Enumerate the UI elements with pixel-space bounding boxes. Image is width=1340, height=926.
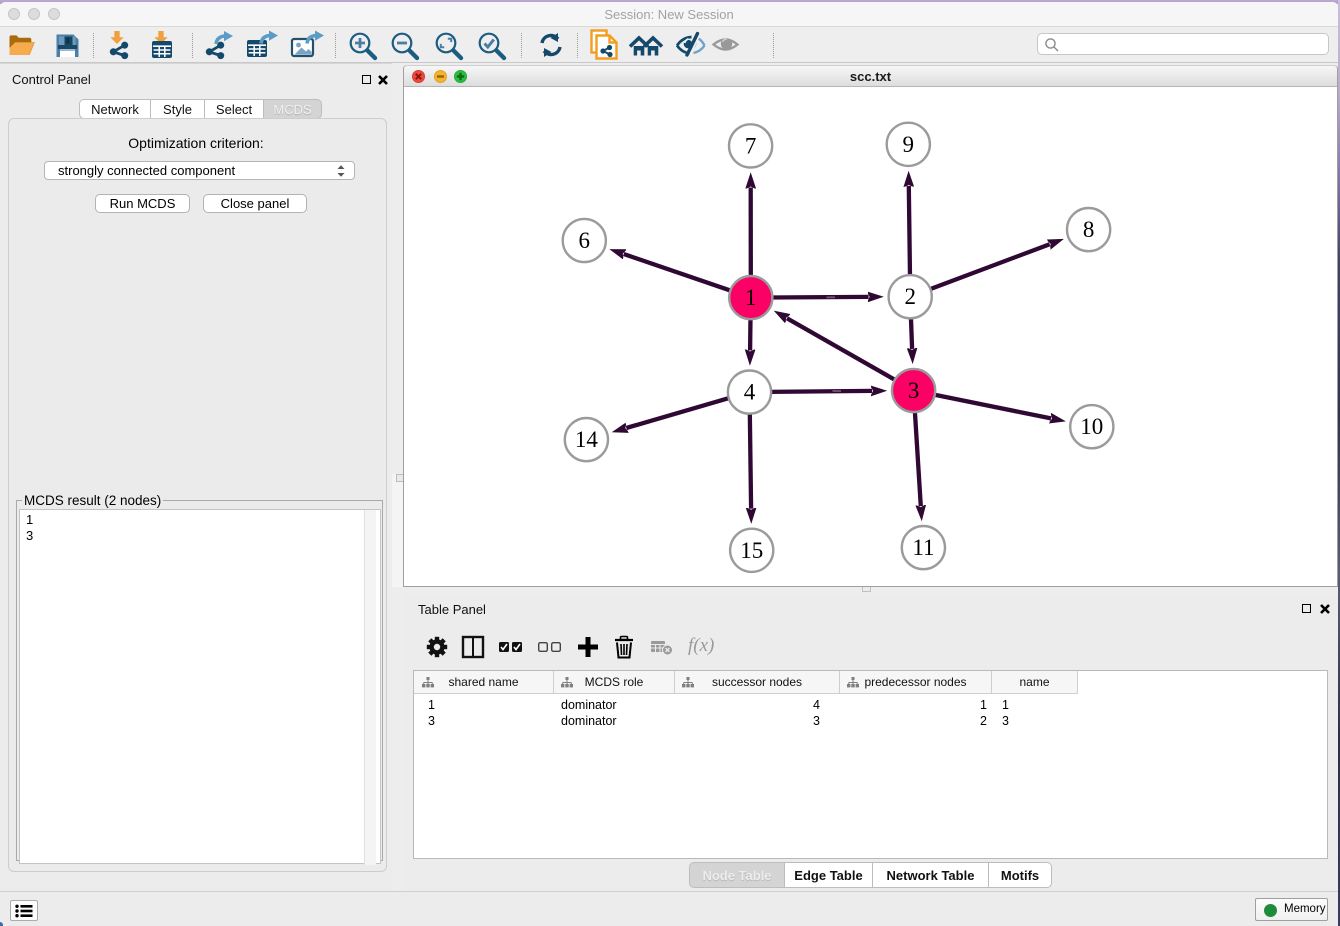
svg-text:7: 7 [745,133,757,158]
svg-text:11: 11 [912,535,934,560]
svg-text:14: 14 [575,427,599,452]
svg-text:8: 8 [1083,217,1095,242]
svg-text:10: 10 [1080,414,1103,439]
svg-text:2: 2 [904,284,916,309]
svg-text:4: 4 [744,380,756,405]
svg-text:9: 9 [903,132,915,157]
svg-text:1: 1 [745,285,757,310]
svg-text:15: 15 [740,538,763,563]
svg-text:6: 6 [579,228,591,253]
svg-text:3: 3 [908,378,920,403]
